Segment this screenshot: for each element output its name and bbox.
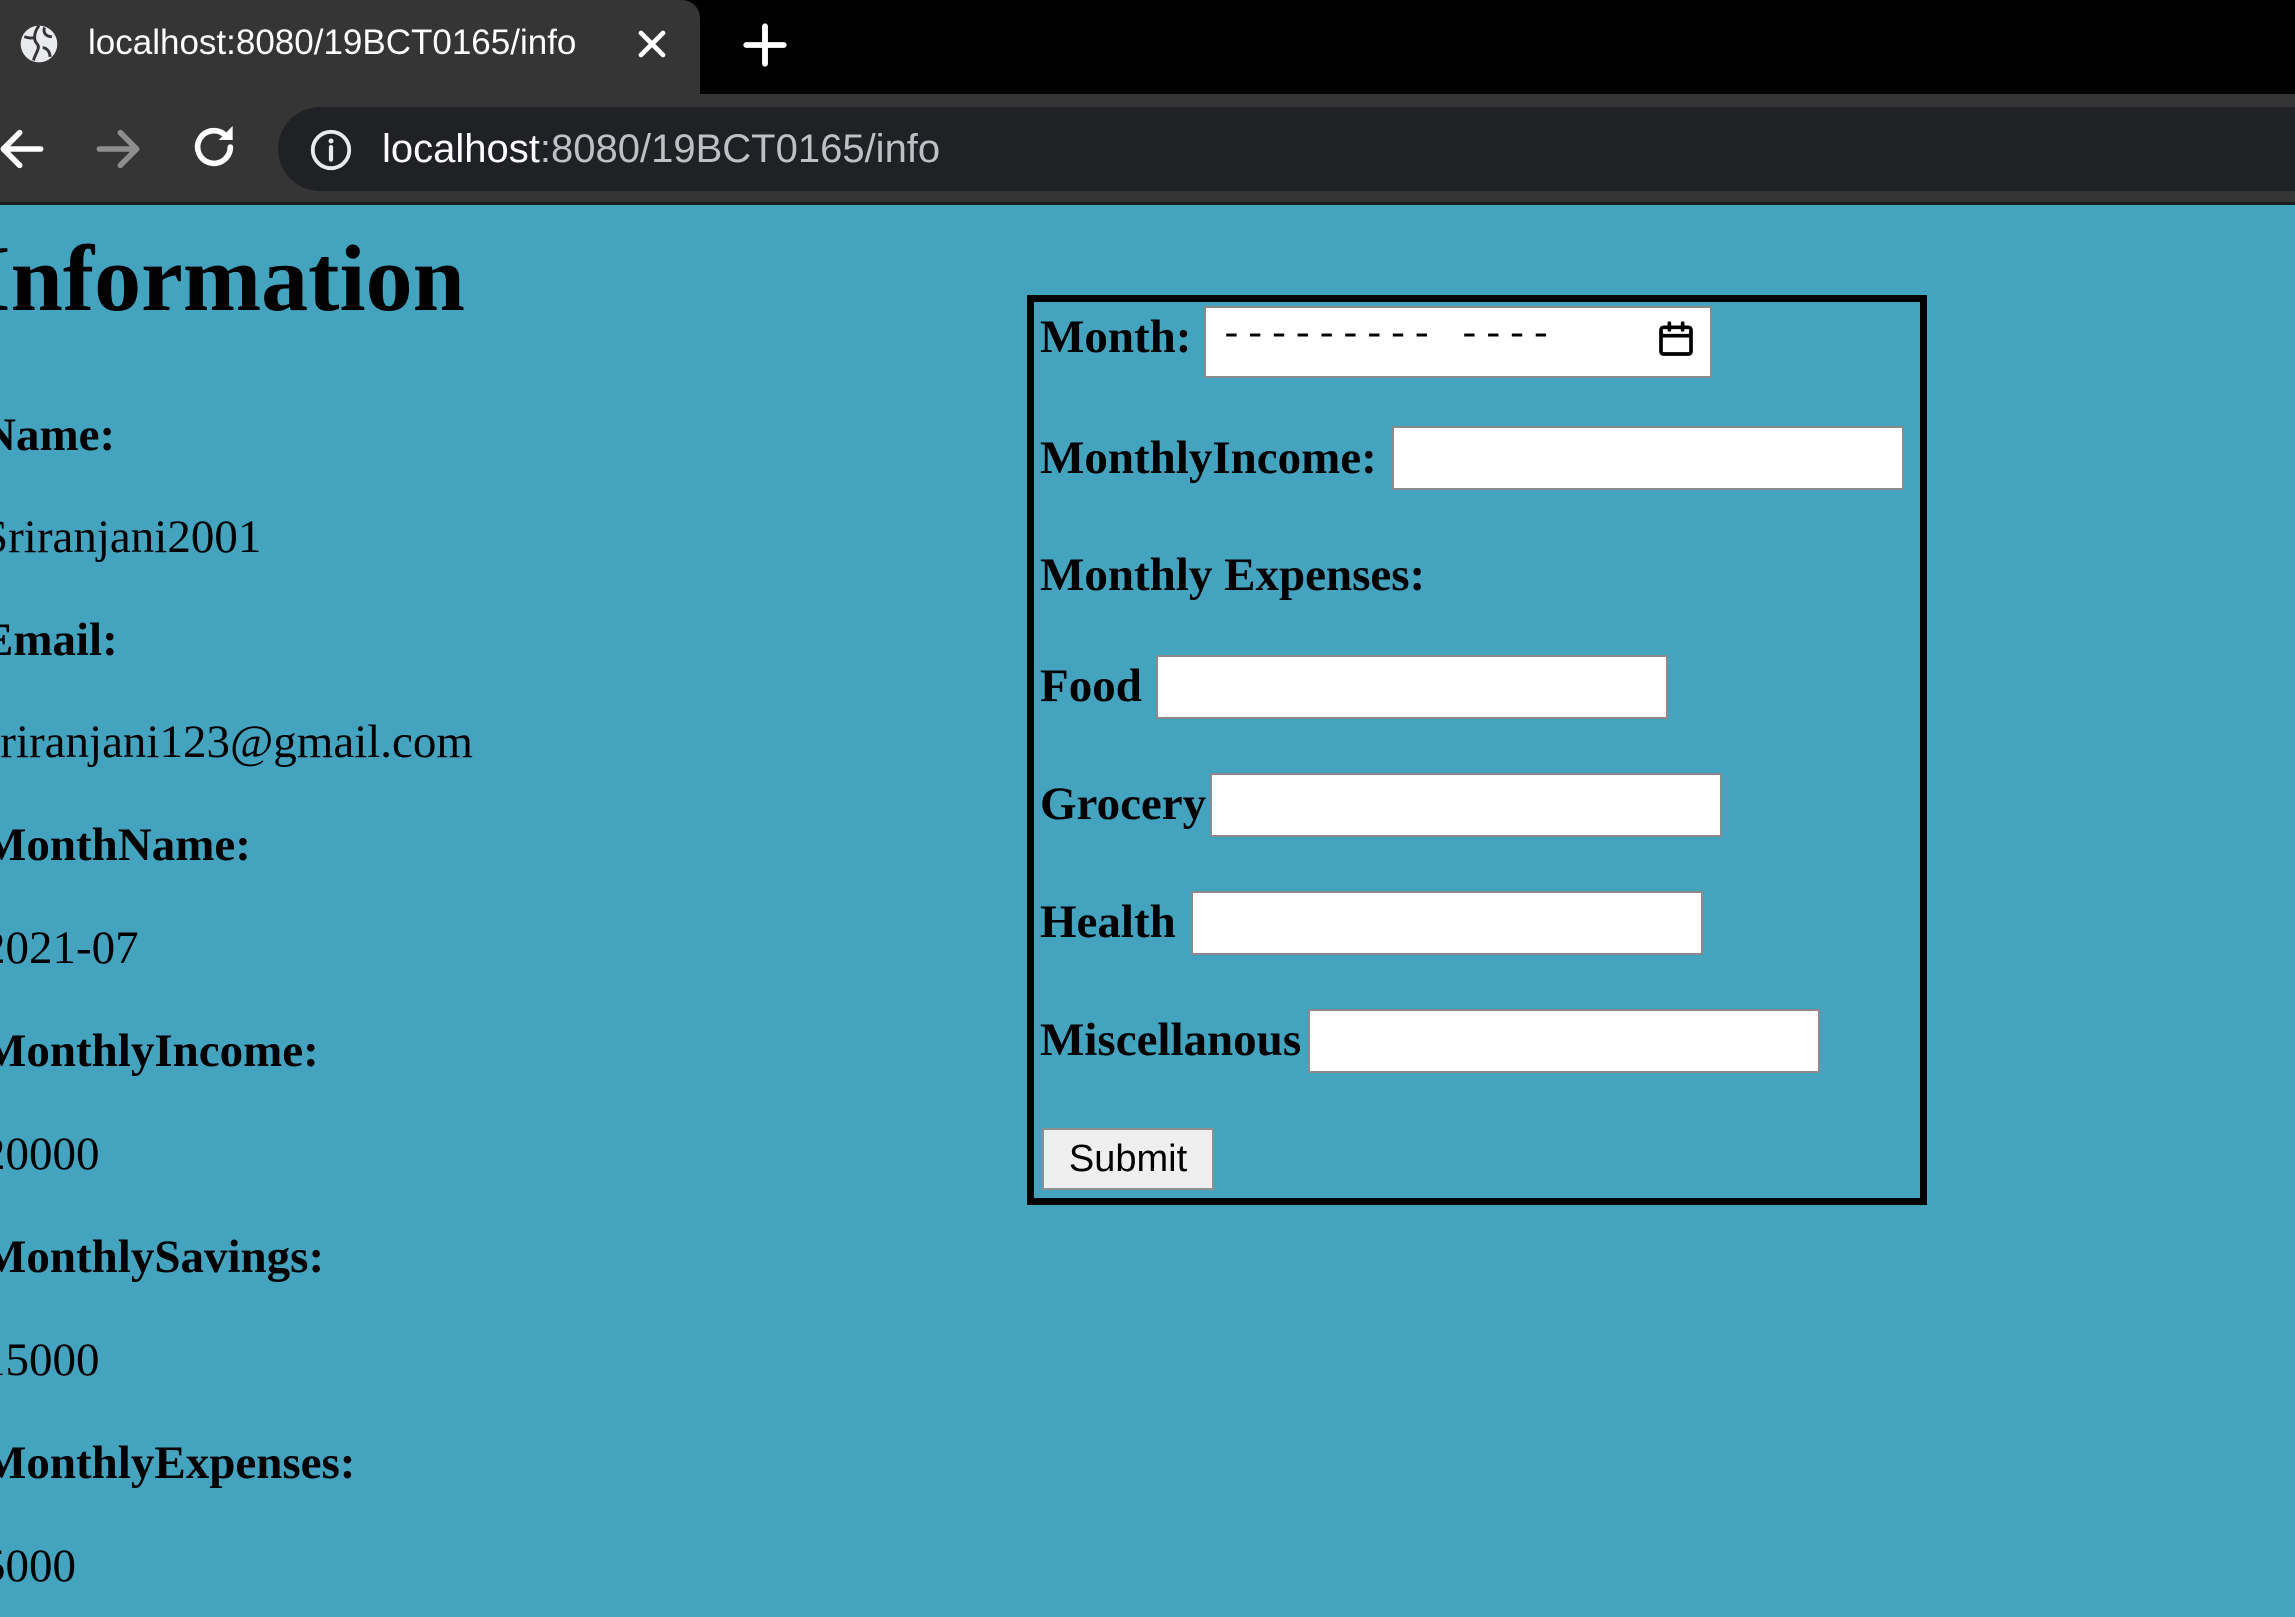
monthly-income-field-label: MonthlyIncome: (1040, 432, 1377, 484)
page-title: Information (0, 227, 465, 331)
monthly-expenses-heading: Monthly Expenses: (1040, 549, 1426, 601)
food-input[interactable] (1156, 655, 1668, 719)
submit-button[interactable]: Submit (1042, 1128, 1214, 1190)
url-path: :8080/19BCT0165/info (539, 127, 941, 171)
name-value: Sriranjani2001 (0, 511, 262, 563)
url-host: localhost (382, 127, 540, 171)
monthly-savings-label: MonthlySavings: (0, 1231, 325, 1283)
arrow-left-icon[interactable] (0, 121, 50, 177)
tab-title: localhost:8080/19BCT0165/info (88, 23, 577, 62)
food-label: Food (1040, 660, 1142, 712)
grocery-input[interactable] (1210, 773, 1722, 837)
health-input[interactable] (1191, 891, 1703, 955)
browser-toolbar: localhost:8080/19BCT0165/info (0, 94, 2295, 204)
miscellanous-input[interactable] (1308, 1009, 1820, 1073)
tab-strip: localhost:8080/19BCT0165/info (0, 0, 2295, 94)
url-text[interactable]: localhost:8080/19BCT0165/info (382, 122, 940, 176)
calendar-icon[interactable] (1656, 319, 1696, 359)
reload-icon[interactable] (186, 119, 242, 175)
info-icon[interactable] (308, 127, 354, 173)
plus-icon[interactable] (740, 20, 790, 70)
monthly-savings-value: 15000 (0, 1334, 100, 1386)
email-label: Email: (0, 614, 118, 666)
address-bar[interactable]: localhost:8080/19BCT0165/info (278, 107, 2295, 191)
browser-tab[interactable]: localhost:8080/19BCT0165/info (0, 0, 700, 94)
expense-form: Month: --------- ---- MonthlyIncome: Mon… (1027, 295, 1927, 1205)
close-icon[interactable] (630, 22, 674, 66)
toolbar-divider (0, 202, 2295, 205)
month-name-value: 2021-07 (0, 922, 139, 974)
miscellanous-label: Miscellanous (1040, 1014, 1302, 1066)
email-value: sriranjani123@gmail.com (0, 716, 473, 768)
monthly-income-label: MonthlyIncome: (0, 1025, 319, 1077)
name-label: Name: (0, 409, 116, 461)
arrow-right-icon[interactable] (90, 121, 146, 177)
month-input[interactable]: --------- ---- (1204, 306, 1712, 378)
month-input-placeholder: --------- ---- (1220, 314, 1554, 357)
monthly-income-input[interactable] (1392, 426, 1904, 490)
monthly-income-value: 20000 (0, 1128, 100, 1180)
monthly-expenses-value: 5000 (0, 1540, 76, 1592)
health-label: Health (1040, 896, 1176, 948)
month-field-label: Month: (1040, 311, 1192, 363)
grocery-label: Grocery (1040, 778, 1207, 830)
month-name-label: MonthName: (0, 819, 251, 871)
globe-icon (20, 24, 58, 63)
monthly-expenses-label: MonthlyExpenses: (0, 1437, 356, 1489)
